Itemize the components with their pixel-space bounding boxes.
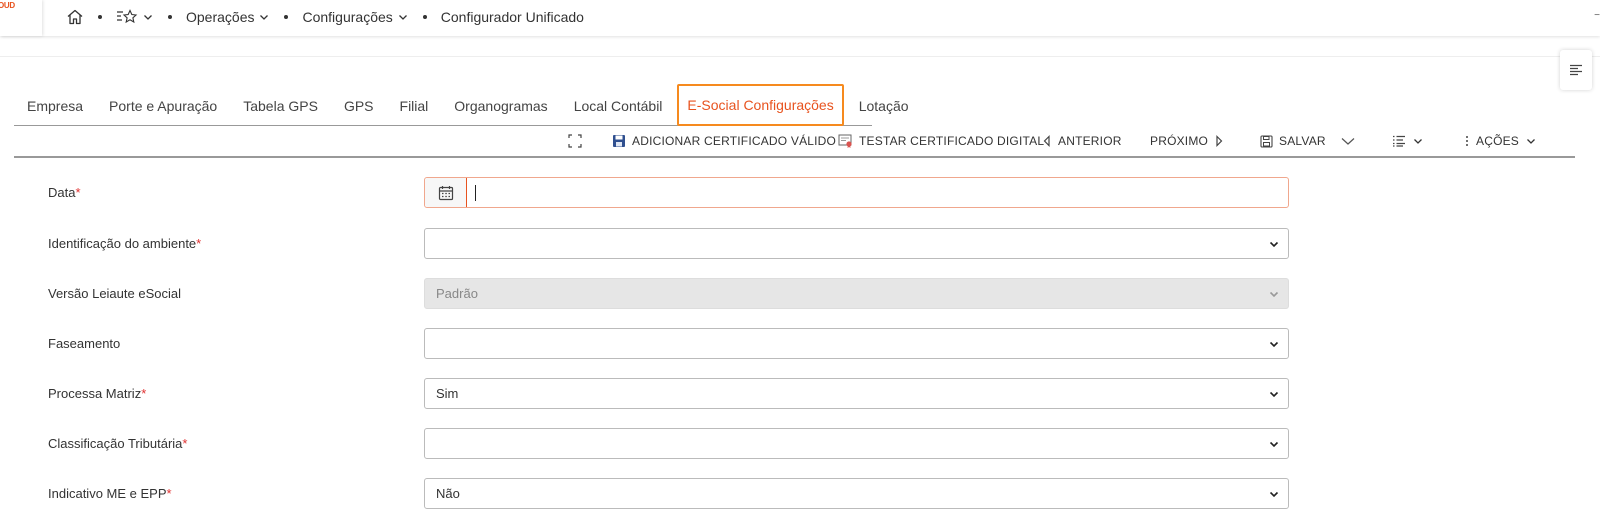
chevron-right-icon (1216, 135, 1223, 147)
chevron-left-icon (1043, 135, 1050, 147)
expand-button[interactable] (568, 126, 582, 156)
field-label-indicativo: Indicativo ME e EPP* (48, 486, 172, 501)
breadcrumb-label: Configurações (302, 9, 393, 25)
add-certificate-button[interactable]: ADICIONAR CERTIFICADO VÁLIDO (612, 126, 836, 156)
chevron-down-icon (144, 15, 152, 20)
tab-tabela-gps[interactable]: Tabela GPS (230, 86, 331, 125)
calendar-button[interactable] (425, 178, 467, 207)
indicativo-select[interactable]: Não (424, 478, 1289, 509)
app-logo[interactable]: OUD (0, 0, 42, 36)
next-label: PRÓXIMO (1150, 134, 1209, 148)
save-label: SALVAR (1279, 134, 1326, 148)
breadcrumb-label: Configurador Unificado (440, 9, 584, 25)
breadcrumb-separator (168, 15, 172, 19)
save-icon (1260, 134, 1273, 148)
add-certificate-label: ADICIONAR CERTIFICADO VÁLIDO (632, 134, 837, 148)
tab-local-contabil[interactable]: Local Contábil (561, 86, 676, 125)
tab-filial[interactable]: Filial (387, 86, 442, 125)
previous-label: ANTERIOR (1058, 134, 1122, 148)
form-row-classificacao: Classificação Tributária* (0, 428, 1600, 460)
list-icon (1393, 135, 1405, 147)
chevron-down-icon (1269, 391, 1279, 398)
faseamento-select[interactable] (424, 328, 1289, 359)
versao-select: Padrão (424, 278, 1289, 309)
tab-lotacao[interactable]: Lotação (846, 86, 922, 125)
breadcrumb: Operações Configurações Configurador Uni… (66, 0, 584, 34)
tab-porte-apuracao[interactable]: Porte e Apuração (96, 86, 230, 125)
top-right-mark: − (1594, 10, 1600, 21)
field-label-processa-matriz: Processa Matriz* (48, 386, 147, 401)
top-bar: OUD Operações Configurações Configurador… (0, 0, 1600, 36)
breadcrumb-label: Operações (186, 9, 255, 25)
home-icon[interactable] (66, 8, 84, 26)
breadcrumb-separator (98, 15, 102, 19)
form-row-processa-matriz: Processa Matriz* Sim (0, 378, 1600, 410)
form-row-ambiente: Identificação do ambiente* (0, 228, 1600, 260)
chevron-down-icon (1527, 139, 1535, 144)
breadcrumb-separator (422, 15, 427, 19)
more-vertical-icon (1466, 136, 1468, 146)
favorites-star-icon (117, 9, 138, 24)
chevron-down-icon (1269, 341, 1279, 348)
date-input[interactable] (424, 177, 1289, 208)
form-row-versao: Versão Leiaute eSocial Padrão (0, 278, 1600, 310)
chevron-down-icon (1269, 441, 1279, 448)
chevron-down-icon (1269, 491, 1279, 498)
form-row-faseamento: Faseamento (0, 328, 1600, 360)
field-label-versao: Versão Leiaute eSocial (48, 286, 181, 301)
header-divider (0, 56, 1600, 57)
test-certificate-label: TESTAR CERTIFICADO DIGITAL (859, 134, 1045, 148)
chevron-down-icon (1269, 241, 1279, 248)
calendar-icon (438, 185, 453, 200)
expand-icon (568, 134, 582, 148)
chevron-down-icon (398, 15, 407, 20)
align-left-icon (1570, 64, 1582, 76)
previous-button[interactable]: ANTERIOR (1042, 126, 1122, 156)
breadcrumb-item-operacoes[interactable]: Operações (186, 9, 270, 25)
field-label-faseamento: Faseamento (48, 336, 121, 351)
tab-empresa[interactable]: Empresa (14, 86, 96, 125)
tab-esocial-configuracoes[interactable]: E-Social Configurações (677, 83, 844, 126)
breadcrumb-item-configuracoes[interactable]: Configurações (302, 9, 408, 25)
field-label-classificacao: Classificação Tributária* (48, 436, 188, 451)
breadcrumb-item-configurador-unificado: Configurador Unificado (441, 9, 584, 25)
classificacao-select[interactable] (424, 428, 1289, 459)
processa-matriz-select[interactable]: Sim (424, 378, 1289, 409)
tab-bar: Empresa Porte e Apuração Tabela GPS GPS … (14, 83, 909, 126)
form-row-indicativo: Indicativo ME e EPP* Não (0, 478, 1600, 510)
actions-menu-button[interactable]: AÇÕES (1464, 126, 1537, 156)
chevron-down-icon (1341, 138, 1355, 145)
field-label-data: Data* (48, 185, 81, 200)
chevron-down-icon (1269, 291, 1279, 298)
list-view-dropdown[interactable] (1392, 126, 1424, 156)
text-cursor (475, 184, 476, 201)
tab-gps[interactable]: GPS (331, 86, 387, 125)
chevron-down-icon (260, 15, 269, 20)
test-certificate-button[interactable]: TESTAR CERTIFICADO DIGITAL (838, 126, 1044, 156)
actions-label: AÇÕES (1476, 134, 1520, 148)
side-panel-toggle-button[interactable] (1560, 50, 1592, 90)
chevron-down-icon (1414, 139, 1422, 144)
save-button[interactable]: SALVAR (1260, 126, 1326, 156)
toolbar: ADICIONAR CERTIFICADO VÁLIDO TESTAR CERT… (14, 126, 1575, 158)
tab-organogramas[interactable]: Organogramas (441, 86, 560, 125)
save-disk-icon (613, 135, 625, 147)
ambiente-select[interactable] (424, 228, 1289, 259)
breadcrumb-separator (284, 15, 289, 19)
save-options-dropdown[interactable] (1340, 126, 1356, 156)
favorites-menu[interactable] (116, 9, 154, 25)
next-button[interactable]: PRÓXIMO (1150, 126, 1224, 156)
certificate-icon (838, 134, 852, 148)
field-label-ambiente: Identificação do ambiente* (48, 236, 202, 251)
form-row-data: Data* (0, 177, 1600, 209)
